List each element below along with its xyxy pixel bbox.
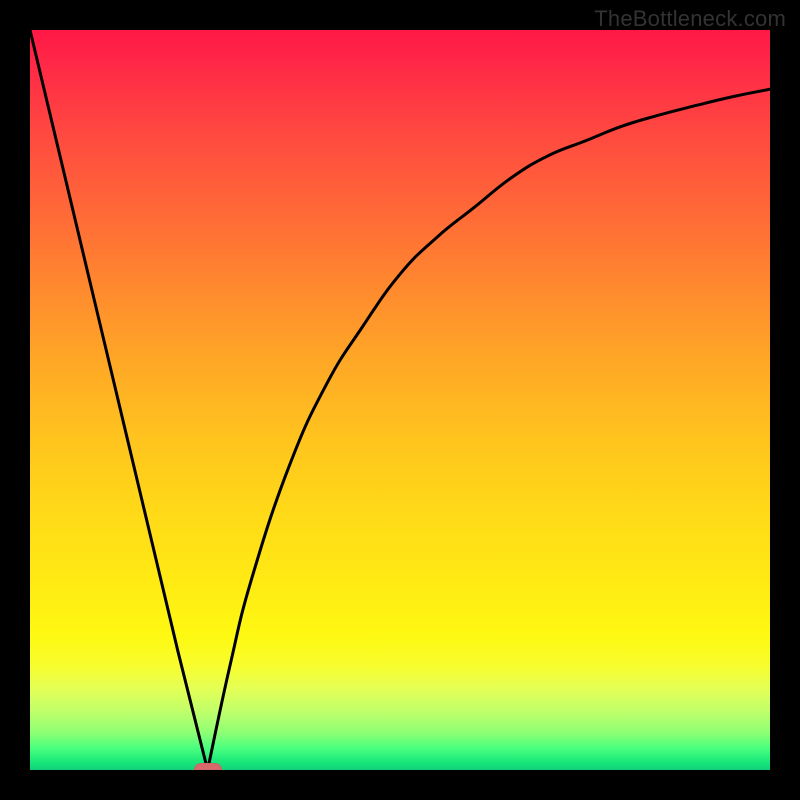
plot-area: [30, 30, 770, 770]
watermark-text: TheBottleneck.com: [594, 6, 786, 32]
optimal-point-marker: [194, 763, 222, 770]
curve-path: [30, 30, 770, 770]
chart-frame: TheBottleneck.com: [0, 0, 800, 800]
bottleneck-curve: [30, 30, 770, 770]
